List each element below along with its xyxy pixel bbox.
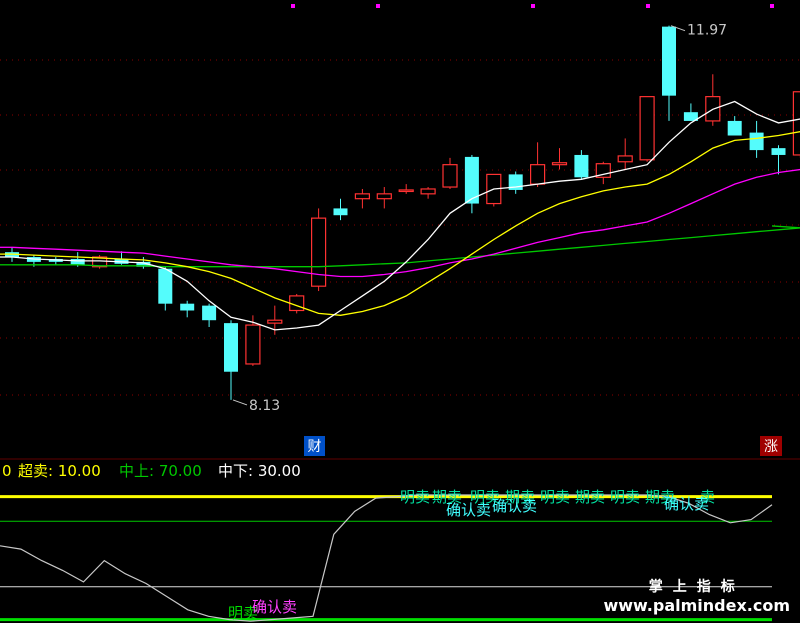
candle-body [224,323,238,372]
candle-22 [486,173,502,207]
candle-body [398,189,414,193]
signal-top-5: 明卖 [540,488,570,506]
candle-10 [224,320,238,400]
top-tick-2 [531,4,535,8]
candle-body [442,164,458,188]
candle-body [267,319,283,324]
candle-body [662,26,676,96]
signal-top-7: 明卖 [610,488,640,506]
indicator-prefix: 0 [2,462,12,480]
low-price-label: 8.13 [249,398,280,414]
candle-body [376,193,392,200]
candle-body [617,155,633,163]
candle-9 [202,303,217,328]
zhongshang-label: 中上: 70.00 [119,462,202,480]
candle-body [551,162,568,166]
candle-15 [333,198,348,221]
watermark: 掌上指标 www.palmindex.com [603,576,790,615]
candle-11 [245,315,261,366]
zhang-badge[interactable]: 涨 [764,439,778,455]
candle-28 [617,138,633,170]
candle-23 [508,171,523,194]
candle-21 [464,154,479,214]
candle-19 [420,187,436,199]
candle-body [245,324,261,365]
candle-20 [442,157,458,189]
candle-body [202,305,217,321]
candle-2 [48,257,63,265]
candle-18 [398,184,414,194]
candle-4 [91,255,108,269]
ma60-line [12,227,800,268]
candle-32 [705,74,721,126]
ma-lines-layer [0,100,800,331]
candle-body [333,208,348,216]
candle-8 [180,300,195,318]
cai-badge[interactable]: 财 [308,439,322,455]
top-tick-1 [376,4,380,8]
candle-body [639,96,655,161]
candle-24 [529,142,546,188]
candle-26 [574,150,589,180]
candle-17 [376,187,392,209]
candle-30 [662,25,676,121]
price-grid [0,4,800,396]
candle-body [792,91,800,156]
kline-chart-window: 11.97 8.13 财 涨 0 超卖: 10.00 中上: 70.00 中下:… [0,0,800,623]
candle-body [727,120,742,136]
high-price-label: 11.97 [687,23,727,39]
ma10-line [11,131,800,316]
indicator-header: 0 超卖: 10.00 中上: 70.00 中下: 30.00 [2,462,301,480]
signal-confirm-1: 确认卖 [446,501,491,519]
signal-confirm-2: 确认卖 [492,497,537,515]
candle-36 [792,91,800,158]
watermark-url: www.palmindex.com [603,596,790,615]
candle-body [771,148,786,155]
candle-31 [683,103,698,121]
candle-33 [727,116,742,136]
candle-body [311,217,327,287]
low-marker-line [232,399,248,406]
top-tick-4 [770,4,774,8]
top-tick-0 [291,4,295,8]
candle-14 [311,208,327,292]
candle-7 [158,266,173,311]
candle-body [420,188,436,195]
candle-body [354,193,370,200]
candle-body [529,164,546,185]
candle-16 [354,188,370,209]
zhongxia-label: 中下: 30.00 [218,462,301,480]
candle-body [749,132,764,151]
candles-layer [5,25,800,400]
signal-bottom-confirm: 确认卖 [252,598,297,616]
candle-29 [639,96,655,162]
signal-top-1: 明卖 [400,488,430,506]
signal-confirm-3: 确认卖 [664,495,709,513]
watermark-cn: 掌上指标 [648,579,745,595]
candle-35 [771,145,786,175]
candle-body [180,303,195,311]
price-markers: 11.97 8.13 [232,23,727,414]
candle-25 [551,148,568,170]
event-badges: 财 涨 [304,436,782,456]
candle-body [574,154,589,178]
candlestick-chart[interactable]: 11.97 8.13 财 涨 0 超卖: 10.00 中上: 70.00 中下:… [0,0,800,623]
signal-top-6: 期卖 [575,488,605,506]
top-tick-3 [646,4,650,8]
candle-body [70,258,85,265]
chaomai-label: 超卖: 10.00 [18,462,101,480]
ma60-tail [771,225,800,229]
candle-body [158,268,173,304]
